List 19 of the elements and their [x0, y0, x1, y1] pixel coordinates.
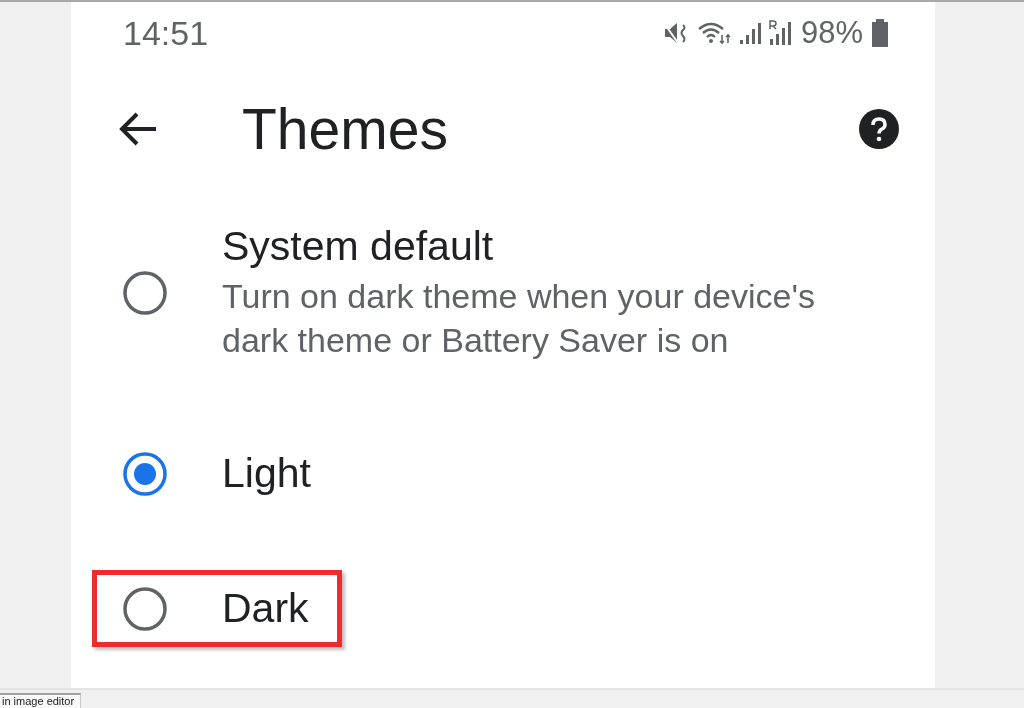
option-title: Light — [222, 450, 311, 497]
status-time: 14:51 — [123, 13, 210, 53]
page-title: Themes — [242, 96, 449, 162]
radio-button[interactable] — [123, 451, 167, 496]
battery-percent: 98% — [800, 15, 863, 51]
option-title: System default — [222, 223, 495, 270]
help-icon — [859, 109, 899, 149]
roaming-signal-icon — [768, 20, 793, 46]
editor-tab[interactable]: in image editor — [0, 693, 82, 708]
option-title: Dark — [222, 585, 309, 632]
battery-icon — [871, 19, 889, 47]
back-button[interactable] — [118, 111, 158, 147]
wifi-icon — [696, 21, 731, 45]
back-arrow-icon — [118, 111, 158, 147]
radio-button[interactable] — [123, 270, 167, 315]
help-button[interactable] — [859, 109, 899, 149]
radio-button[interactable] — [123, 586, 167, 631]
option-description: Turn on dark theme when your device's dark theme or Battery Saver is on — [222, 276, 816, 361]
signal-icon — [738, 21, 761, 45]
